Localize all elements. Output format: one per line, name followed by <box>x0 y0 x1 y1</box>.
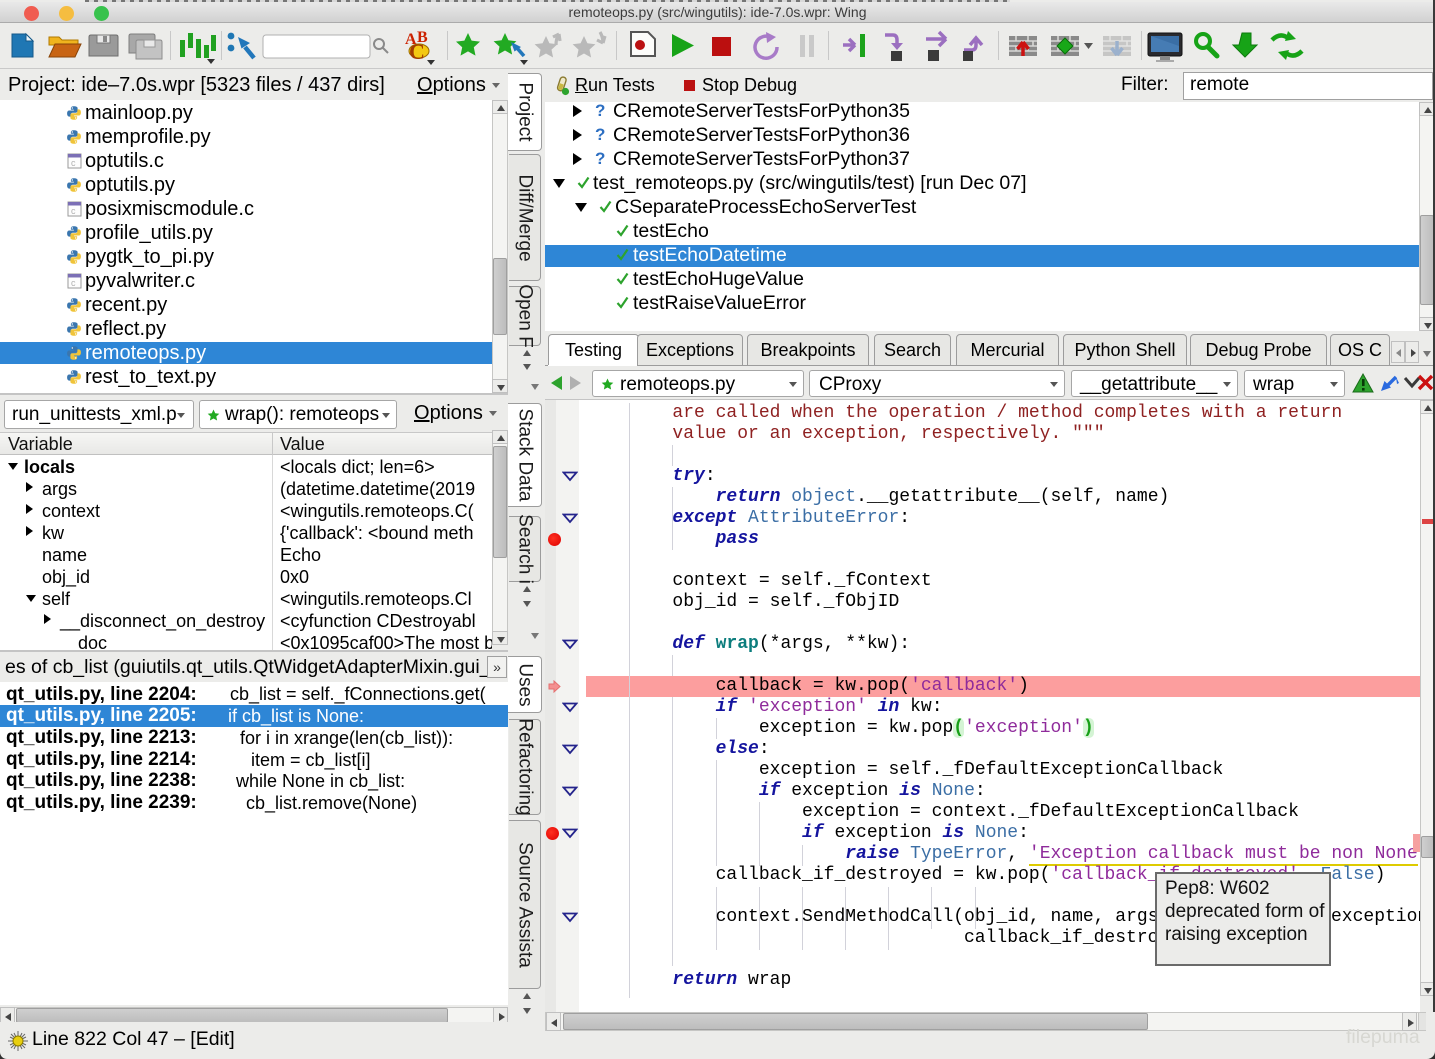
svg-text:c: c <box>71 158 76 168</box>
svg-text:c: c <box>71 206 76 216</box>
svg-text:c: c <box>71 278 76 288</box>
svg-text:C: C <box>409 39 425 64</box>
